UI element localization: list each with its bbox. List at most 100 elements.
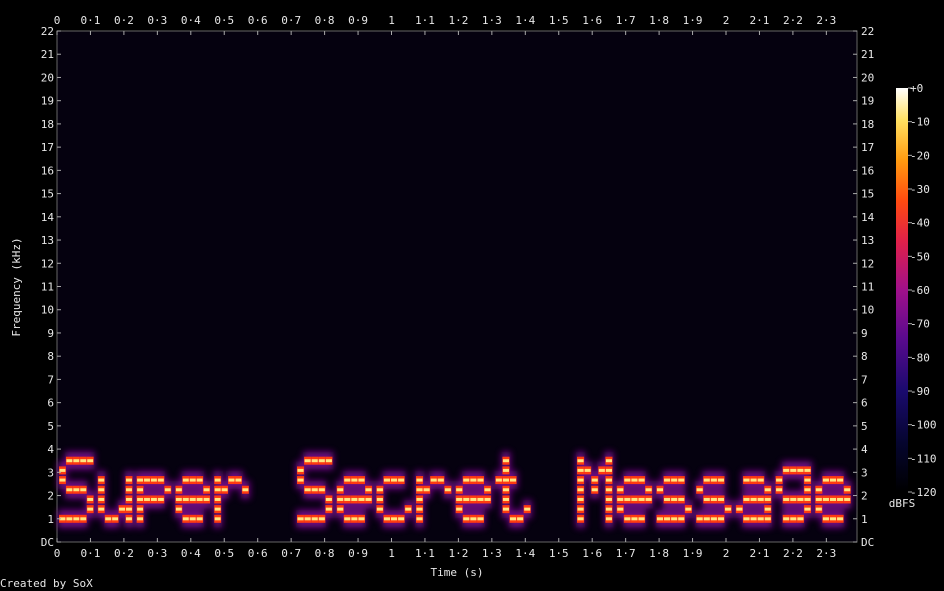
tone-cell	[304, 459, 311, 463]
tone-cell	[645, 488, 652, 492]
tone-cell	[73, 488, 80, 492]
tone-cell	[126, 488, 132, 492]
tone-cell	[470, 517, 477, 521]
tone-cell	[703, 497, 710, 501]
tone-cell	[764, 497, 771, 501]
x-tick-label: 1·6	[582, 547, 602, 560]
tone-cell	[358, 517, 365, 521]
tone-cell	[137, 488, 144, 492]
tone-cell	[182, 517, 189, 521]
tone-cell	[80, 488, 87, 492]
tone-cell	[783, 468, 790, 472]
colorbar-tick-label: -30	[910, 183, 930, 196]
y-tick-label-right: 3	[861, 466, 868, 479]
y-axis-label: Frequency (kHz)	[10, 237, 23, 336]
y-tick-label: 17	[41, 141, 54, 154]
tone-cell	[631, 497, 638, 501]
tone-cell	[175, 507, 182, 511]
y-tick-label-right: 1	[861, 513, 868, 526]
y-tick-label: 22	[41, 25, 54, 38]
spectrogram-chart: 0 0 0·1 0·1 0·2 0·2 0·3 0·3 0·4 0·4 0·5 0·5 0·6 0·6 0·…	[10, 14, 937, 579]
tone-cell	[311, 459, 318, 463]
tone-cell	[743, 478, 750, 482]
tone-cell	[645, 497, 652, 501]
tone-cell	[325, 497, 332, 501]
tone-cell	[790, 497, 797, 501]
tone-cell	[710, 478, 717, 482]
y-tick-label: 8	[47, 350, 54, 363]
tone-cell	[437, 478, 444, 482]
tone-cell	[750, 517, 757, 521]
tone-cell	[837, 497, 844, 501]
tone-cell	[671, 497, 678, 501]
tone-cell	[175, 488, 182, 492]
footer-credit: Created by SoX	[0, 577, 93, 590]
tone-cell	[456, 497, 463, 501]
tone-cell	[358, 497, 365, 501]
y-tick-label-right: 21	[861, 48, 874, 61]
tone-cell	[157, 497, 164, 501]
tone-cell	[685, 507, 692, 511]
tone-cell	[150, 497, 157, 501]
tone-cell	[383, 478, 390, 482]
tone-cell	[815, 507, 822, 511]
y-tick-label-right: 11	[861, 281, 874, 294]
x-tick-label: 1·3	[482, 547, 502, 560]
tone-cell	[137, 478, 144, 482]
tone-cell	[311, 517, 318, 521]
tone-cell	[214, 517, 221, 521]
tone-cell	[495, 478, 502, 482]
tone-cell	[822, 478, 829, 482]
tone-cell	[484, 488, 491, 492]
tone-cell	[203, 488, 210, 492]
x-tick-label-top: 1·7	[616, 14, 636, 27]
tone-cell	[137, 517, 144, 521]
x-tick-label: 0·9	[348, 547, 368, 560]
tone-cell	[150, 478, 157, 482]
tone-cell	[376, 497, 383, 501]
tone-cell	[189, 517, 196, 521]
x-tick-label-top: 0·9	[348, 14, 368, 27]
x-tick-label-top: 0	[54, 14, 61, 27]
y-tick-label-right: 4	[861, 443, 868, 456]
x-tick-label-top: 1·6	[582, 14, 602, 27]
colorbar-tick-label: -10	[910, 116, 930, 129]
y-tick-label-right: 13	[861, 234, 874, 247]
tone-cell	[59, 468, 66, 472]
tone-cell	[337, 507, 344, 511]
x-tick-label-top: 0·6	[248, 14, 268, 27]
tone-cell	[717, 497, 725, 501]
x-tick-label: 1·9	[683, 547, 703, 560]
y-tick-label-right: 15	[861, 188, 874, 201]
x-tick-label-top: 1·9	[683, 14, 703, 27]
tone-cell	[605, 459, 612, 463]
tone-cell	[59, 478, 66, 482]
tone-cell	[605, 488, 612, 492]
tone-cell	[98, 497, 105, 501]
tone-cell	[750, 478, 757, 482]
tone-cell	[776, 488, 783, 492]
colorbar-tick-label: -90	[910, 385, 930, 398]
tone-cell	[344, 497, 351, 501]
colorbar-tick-label: -40	[910, 217, 930, 230]
tone-cell	[764, 507, 771, 511]
tone-cell	[66, 488, 73, 492]
y-tick-label: 11	[41, 281, 54, 294]
tone-cell	[137, 507, 144, 511]
tone-cell	[214, 497, 221, 501]
tone-cell	[73, 517, 80, 521]
tone-cell	[126, 478, 132, 482]
x-tick-label: 1	[388, 547, 395, 560]
tone-cell	[624, 517, 631, 521]
tone-cell	[790, 517, 797, 521]
x-tick-label: 2·1	[750, 547, 770, 560]
tone-cell	[757, 497, 764, 501]
colorbar-tick-label: -80	[910, 351, 930, 364]
tone-cell	[344, 478, 351, 482]
tone-cell	[591, 478, 598, 482]
tone-cell	[822, 497, 829, 501]
x-tick-label-top: 1·2	[448, 14, 468, 27]
tone-cell	[376, 507, 383, 511]
tone-cell	[764, 517, 771, 521]
y-tick-label-right: 16	[861, 164, 874, 177]
